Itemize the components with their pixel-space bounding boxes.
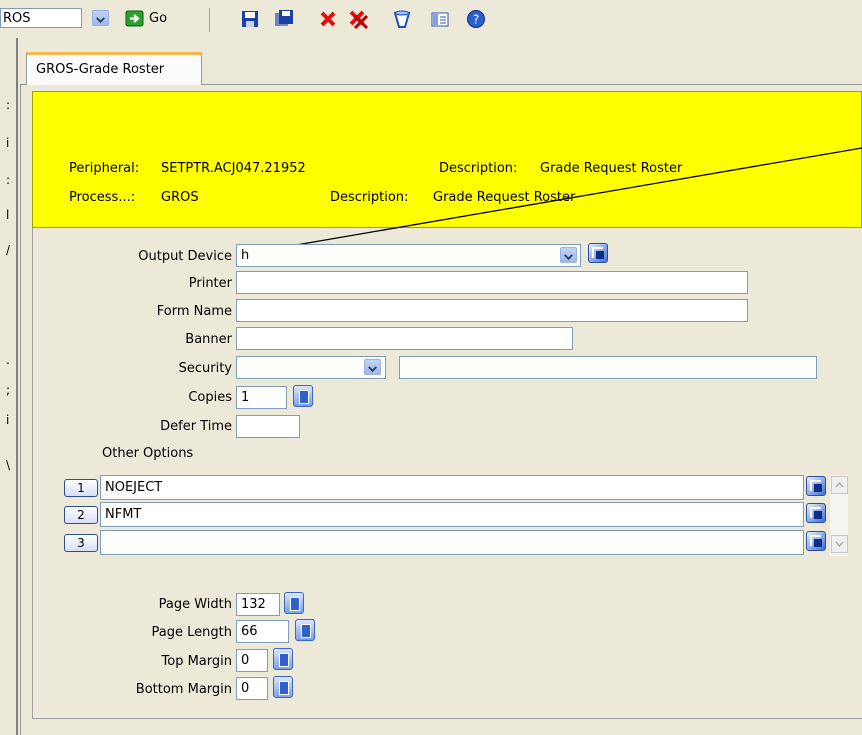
defer-time-field[interactable] bbox=[236, 415, 300, 438]
page-length-value: 66 bbox=[241, 624, 258, 639]
security-description-field[interactable] bbox=[399, 356, 817, 379]
top-margin-label: Top Margin bbox=[161, 654, 232, 669]
top-margin-value: 0 bbox=[241, 653, 250, 668]
form-name-label: Form Name bbox=[156, 304, 232, 319]
form-name-field[interactable] bbox=[236, 299, 748, 322]
other-option-number-button-3[interactable]: 3 bbox=[64, 534, 98, 552]
other-option-field-1[interactable]: NOEJECT bbox=[100, 475, 804, 500]
page-width-spinner-icon[interactable] bbox=[284, 592, 304, 614]
other-option-value-1: NOEJECT bbox=[105, 480, 163, 495]
other-option-lookup-icon-1[interactable] bbox=[806, 476, 826, 496]
other-option-lookup-icon-3[interactable] bbox=[806, 531, 826, 551]
page-length-spinner-icon[interactable] bbox=[295, 619, 315, 641]
bottom-margin-spinner-icon[interactable] bbox=[273, 676, 293, 698]
output-device-dropdown-button[interactable] bbox=[560, 247, 577, 263]
top-margin-field[interactable]: 0 bbox=[236, 649, 268, 672]
top-margin-spinner-icon[interactable] bbox=[273, 648, 293, 670]
page-width-field[interactable]: 132 bbox=[236, 593, 280, 616]
bottom-margin-field[interactable]: 0 bbox=[236, 677, 268, 700]
other-option-value-2: NFMT bbox=[105, 507, 142, 522]
bottom-divider bbox=[32, 718, 862, 735]
other-option-number-button-2[interactable]: 2 bbox=[64, 506, 98, 524]
page-width-value: 132 bbox=[241, 597, 266, 612]
output-device-lookup-icon[interactable] bbox=[588, 243, 608, 263]
page-length-label: Page Length bbox=[151, 625, 232, 640]
banner-label: Banner bbox=[185, 332, 232, 347]
copies-label: Copies bbox=[188, 390, 232, 405]
page-width-label: Page Width bbox=[158, 597, 232, 612]
other-options-label: Other Options bbox=[102, 446, 194, 461]
security-label: Security bbox=[178, 361, 232, 376]
printer-field[interactable] bbox=[236, 271, 748, 294]
scroll-down-button[interactable] bbox=[831, 535, 848, 553]
defer-time-label: Defer Time bbox=[160, 419, 232, 434]
other-option-field-3[interactable] bbox=[100, 530, 804, 555]
banner-field[interactable] bbox=[236, 327, 573, 350]
output-device-label: Output Device bbox=[138, 249, 232, 264]
chevron-down-icon bbox=[835, 541, 844, 548]
scroll-up-button[interactable] bbox=[831, 476, 848, 494]
output-device-value: h bbox=[241, 248, 250, 263]
copies-value: 1 bbox=[241, 390, 250, 405]
other-option-field-2[interactable]: NFMT bbox=[100, 502, 804, 527]
security-dropdown-button[interactable] bbox=[364, 359, 381, 375]
bottom-margin-label: Bottom Margin bbox=[135, 682, 232, 697]
printer-label: Printer bbox=[188, 276, 232, 291]
copies-spinner-icon[interactable] bbox=[293, 385, 313, 407]
chevron-up-icon bbox=[835, 481, 844, 488]
bottom-margin-value: 0 bbox=[241, 681, 250, 696]
page-length-field[interactable]: 66 bbox=[236, 620, 289, 643]
copies-field[interactable]: 1 bbox=[236, 386, 287, 409]
output-device-field[interactable]: h bbox=[236, 244, 581, 267]
other-option-lookup-icon-2[interactable] bbox=[806, 503, 826, 523]
other-option-number-button-1[interactable]: 1 bbox=[64, 479, 98, 497]
